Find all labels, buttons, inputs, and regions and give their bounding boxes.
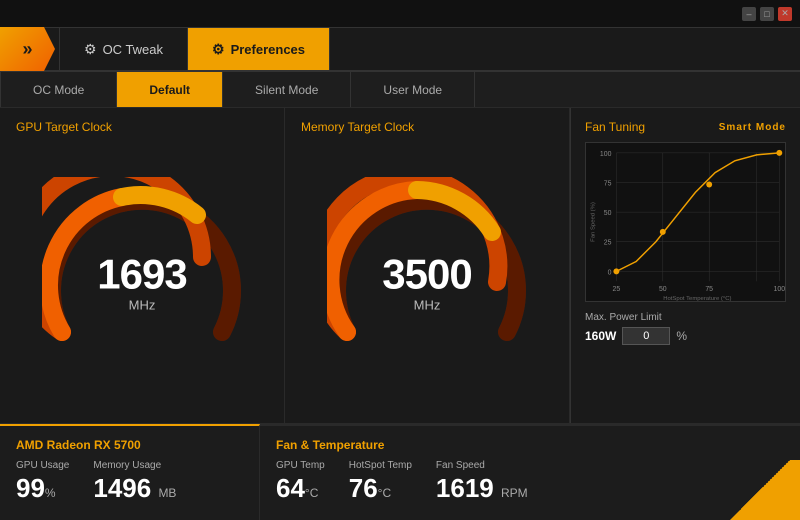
mode-tab-oc-label: OC Mode [33,83,84,97]
fan-tuning-section: Fan Tuning Smart Mode [570,108,800,423]
preferences-label: Preferences [231,42,305,57]
gpu-usage-number: 99 [16,473,45,503]
mode-tab-silent-label: Silent Mode [255,83,318,97]
hotspot-unit: °C [378,486,391,500]
minimize-button[interactable]: – [742,7,756,21]
gpu-usage-value: 99% [16,475,69,501]
memory-clock-value-container: 3500 MHz [382,253,471,312]
gpu-clock-title: GPU Target Clock [16,120,112,134]
memory-gauge: 3500 MHz [327,177,527,377]
mode-tabs: OC Mode Default Silent Mode User Mode [0,72,800,108]
fan-temp-row: GPU Temp 64°C HotSpot Temp 76°C Fan Spee… [276,460,784,501]
svg-text:75: 75 [705,286,713,293]
hotspot-value: 76°C [349,475,412,501]
gpu-gauge-container: 1693 MHz [16,142,268,411]
memory-clock-number: 3500 [382,253,471,295]
fan-temp-panel: Fan & Temperature GPU Temp 64°C HotSpot … [260,424,800,520]
gpu-clock-section: GPU Target Clock 1693 M [0,108,285,423]
smart-mode-label: Smart Mode [719,122,786,133]
hotspot-number: 76 [349,473,378,503]
maximize-button[interactable]: □ [760,7,774,21]
gpu-temp-value: 64°C [276,475,325,501]
logo-icon: » [22,39,32,60]
fan-chart: 100 75 50 25 0 25 50 75 100 HotSpot Temp… [585,142,786,302]
memory-usage-value: 1496 MB [93,475,176,501]
memory-usage-number: 1496 [93,473,151,503]
mode-tab-user-label: User Mode [383,83,442,97]
gpu-clock-unit: MHz [97,297,186,312]
hotspot-label: HotSpot Temp [349,460,412,471]
fan-speed-unit: RPM [501,486,528,500]
gpu-usage-stat: GPU Usage 99% [16,460,69,501]
fan-temp-title: Fan & Temperature [276,438,784,452]
gpu-gauge: 1693 MHz [42,177,242,377]
gpu-stats-row: GPU Usage 99% Memory Usage 1496 MB [16,460,243,501]
fan-chart-svg: 100 75 50 25 0 25 50 75 100 HotSpot Temp… [586,143,785,301]
svg-text:25: 25 [604,240,612,247]
title-bar: – □ ✕ [0,0,800,28]
oc-tweak-icon: ⚙ [84,41,97,58]
power-limit-label: Max. Power Limit [585,312,786,323]
power-percent-label: % [676,329,687,343]
gpu-clock-value-container: 1693 MHz [97,253,186,312]
gpu-temp-label: GPU Temp [276,460,325,471]
svg-text:25: 25 [613,286,621,293]
memory-usage-label: Memory Usage [93,460,176,471]
mode-tab-silent[interactable]: Silent Mode [223,72,351,107]
close-button[interactable]: ✕ [778,7,792,21]
memory-gauge-container: 3500 MHz [301,142,553,411]
memory-clock-title: Memory Target Clock [301,120,414,134]
svg-text:75: 75 [604,180,612,187]
svg-text:0: 0 [608,269,612,276]
fan-speed-number: 1619 [436,473,494,503]
fan-speed-value: 1619 RPM [436,475,528,501]
memory-clock-section: Memory Target Clock 3500 MHz [285,108,570,423]
oc-tweak-label: OC Tweak [103,42,163,57]
svg-text:50: 50 [604,210,612,217]
fan-speed-label: Fan Speed [436,460,528,471]
mode-tab-default-label: Default [149,83,190,97]
fan-speed-stat: Fan Speed 1619 RPM [436,460,528,501]
bottom-stats: AMD Radeon RX 5700 GPU Usage 99% Memory … [0,424,800,520]
gpu-usage-label: GPU Usage [16,460,69,471]
gpu-temp-unit: °C [305,486,318,500]
mode-tab-default[interactable]: Default [117,72,223,107]
gpu-temp-number: 64 [276,473,305,503]
memory-usage-unit: MB [158,486,176,500]
svg-text:Fan Speed (%): Fan Speed (%) [591,202,597,242]
tab-preferences[interactable]: ⚙ Preferences [188,28,330,70]
power-limit-row: Max. Power Limit 160W % [585,312,786,345]
power-value: 160W [585,329,616,343]
hotspot-stat: HotSpot Temp 76°C [349,460,412,501]
memory-clock-unit: MHz [382,297,471,312]
gpu-clock-number: 1693 [97,253,186,295]
tab-bar: » ⚙ OC Tweak ⚙ Preferences [0,28,800,72]
mode-tab-user[interactable]: User Mode [351,72,475,107]
main-content: GPU Target Clock 1693 M [0,108,800,424]
gpu-temp-stat: GPU Temp 64°C [276,460,325,501]
svg-text:HotSpot Temperature (°C): HotSpot Temperature (°C) [663,296,731,301]
svg-text:100: 100 [774,286,785,293]
preferences-icon: ⚙ [212,41,225,58]
gpu-stats-title: AMD Radeon RX 5700 [16,438,243,452]
logo: » [0,27,55,71]
gpu-stats-panel: AMD Radeon RX 5700 GPU Usage 99% Memory … [0,424,260,520]
svg-text:100: 100 [600,151,612,158]
fan-tuning-title: Fan Tuning [585,120,645,134]
mode-tab-oc[interactable]: OC Mode [0,72,117,107]
gpu-usage-unit: % [45,486,56,500]
tab-oc-tweak[interactable]: ⚙ OC Tweak [59,28,188,70]
memory-usage-stat: Memory Usage 1496 MB [93,460,176,501]
svg-text:50: 50 [659,286,667,293]
power-input-field[interactable] [622,327,670,345]
fan-header: Fan Tuning Smart Mode [585,120,786,134]
